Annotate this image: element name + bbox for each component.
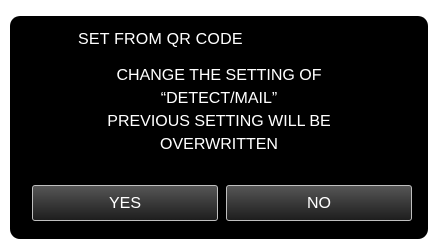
no-button[interactable]: NO [226, 185, 412, 221]
yes-button[interactable]: YES [32, 185, 218, 221]
message-line-1: CHANGE THE SETTING OF [116, 67, 322, 84]
screen: SET FROM QR CODE CHANGE THE SETTING OF “… [0, 0, 438, 249]
dialog-panel: SET FROM QR CODE CHANGE THE SETTING OF “… [10, 16, 428, 239]
dialog-title: SET FROM QR CODE [78, 31, 243, 48]
message-line-2: “DETECT/MAIL” [160, 90, 278, 107]
message-line-4: OVERWRITTEN [160, 136, 278, 153]
message-line-3: PREVIOUS SETTING WILL BE [107, 113, 331, 130]
dialog-message: CHANGE THE SETTING OF “DETECT/MAIL” PREV… [10, 64, 428, 156]
